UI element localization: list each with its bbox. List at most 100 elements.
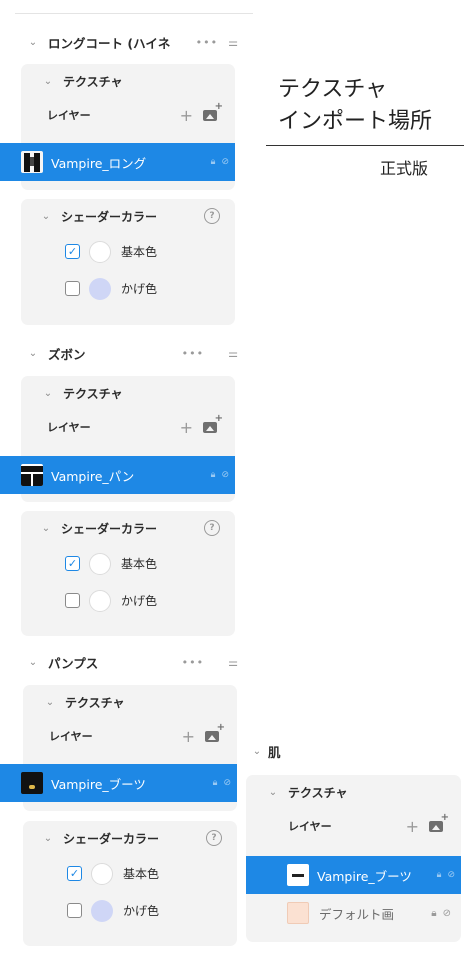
tune-icon[interactable]: ⚌ (228, 347, 238, 360)
chevron-down-icon[interactable]: ⌄ (43, 697, 57, 708)
chevron-down-icon[interactable]: ⌄ (26, 37, 40, 48)
section-header-skin[interactable]: ⌄ 肌 (250, 738, 450, 764)
more-dots-icon[interactable]: ••• (182, 656, 204, 669)
chevron-down-icon[interactable]: ⌄ (39, 211, 53, 222)
texture-card-title: テクスチャ (63, 386, 123, 401)
section-header-pumps[interactable]: ⌄ パンプス ••• ⚌ (26, 649, 238, 675)
more-dots-icon[interactable]: ••• (196, 36, 218, 49)
shader-color-card: ⌄ シェーダーカラー ? ✓ 基本色 かげ色 (23, 821, 237, 946)
section-header-pants[interactable]: ⌄ ズボン ••• ⚌ (26, 340, 238, 366)
note-subtitle: 正式版 (380, 159, 429, 178)
shadow-color-label: かげ色 (121, 594, 158, 608)
chevron-down-icon[interactable]: ⌄ (41, 76, 55, 87)
shadow-color-label: かげ色 (123, 904, 160, 918)
shadow-color-swatch[interactable] (91, 899, 113, 922)
default-texture-name: デフォルト画 (319, 906, 395, 922)
shader-card-title: シェーダーカラー (61, 521, 158, 536)
shader-card-header[interactable]: ⌄ シェーダーカラー ? (23, 821, 237, 855)
chevron-down-icon[interactable]: ⌄ (41, 388, 55, 399)
chevron-down-icon[interactable]: ⌄ (26, 657, 40, 668)
texture-layer-item[interactable]: Vampire_ブーツ 🔒︎ ⊘ (246, 856, 461, 894)
eye-off-icon[interactable]: ⊘ (221, 470, 229, 480)
texture-card-header[interactable]: ⌄ テクスチャ (23, 685, 237, 719)
texture-name: Vampire_ブーツ (317, 868, 412, 884)
texture-thumbnail (21, 464, 43, 486)
add-image-icon[interactable] (429, 812, 449, 832)
default-texture-thumbnail (287, 902, 309, 924)
plus-icon[interactable]: + (182, 727, 195, 746)
texture-name: Vampire_ロング (51, 155, 147, 171)
add-image-icon[interactable] (203, 101, 223, 121)
lock-icon[interactable]: 🔒︎ (211, 470, 216, 480)
texture-layer-item[interactable]: Vampire_ロング 🔒︎ ⊘ (0, 143, 235, 181)
base-color-row: ✓ 基本色 (23, 855, 237, 892)
tune-icon[interactable]: ⚌ (228, 36, 238, 49)
check-icon: ✓ (67, 245, 78, 258)
eye-off-icon[interactable]: ⊘ (221, 157, 229, 167)
more-dots-icon[interactable]: ••• (182, 347, 204, 360)
section-title: ロングコート (ハイネ (48, 35, 171, 51)
default-texture-item[interactable]: デフォルト画 🔒︎ ⊘ (246, 895, 461, 931)
texture-thumbnail (21, 772, 43, 794)
base-color-label: 基本色 (121, 245, 158, 259)
shadow-color-checkbox[interactable] (67, 903, 82, 918)
texture-card-header[interactable]: ⌄ テクスチャ (246, 775, 461, 809)
lock-icon[interactable]: 🔒︎ (213, 778, 218, 788)
base-color-checkbox[interactable]: ✓ (67, 866, 82, 881)
lock-icon[interactable]: 🔒︎ (211, 157, 216, 167)
base-color-swatch[interactable] (89, 240, 111, 263)
plus-icon[interactable]: + (406, 817, 419, 836)
eye-off-icon[interactable]: ⊘ (223, 778, 231, 788)
texture-layer-item[interactable]: Vampire_ブーツ 🔒︎ ⊘ (0, 764, 237, 802)
chevron-down-icon[interactable]: ⌄ (39, 523, 53, 534)
base-color-label: 基本色 (123, 867, 160, 881)
lock-icon[interactable]: 🔒︎ (437, 870, 442, 880)
base-color-checkbox[interactable]: ✓ (65, 556, 80, 571)
texture-card-header[interactable]: ⌄ テクスチャ (21, 376, 235, 410)
help-icon[interactable]: ? (204, 208, 220, 224)
tune-icon[interactable]: ⚌ (228, 656, 238, 669)
shadow-color-label: かげ色 (121, 282, 158, 296)
eye-off-icon[interactable]: ⊘ (447, 870, 455, 880)
add-image-icon[interactable] (203, 413, 223, 433)
plus-icon[interactable]: + (180, 106, 193, 125)
section-title: パンプス (48, 655, 99, 671)
lock-icon[interactable]: 🔒︎ (431, 908, 436, 919)
shadow-color-swatch[interactable] (89, 277, 111, 300)
add-image-icon[interactable] (205, 722, 225, 742)
layer-label: レイヤー (288, 820, 332, 833)
texture-card-header[interactable]: ⌄ テクスチャ (21, 64, 235, 98)
texture-name: Vampire_ブーツ (51, 776, 146, 792)
chevron-down-icon[interactable]: ⌄ (26, 348, 40, 359)
shadow-color-row: かげ色 (21, 270, 235, 307)
shader-card-title: シェーダーカラー (61, 209, 158, 224)
chevron-down-icon[interactable]: ⌄ (250, 746, 264, 757)
plus-icon[interactable]: + (180, 418, 193, 437)
shadow-color-row: かげ色 (23, 892, 237, 929)
base-color-checkbox[interactable]: ✓ (65, 244, 80, 259)
shadow-color-checkbox[interactable] (65, 281, 80, 296)
layer-label: レイヤー (47, 109, 91, 122)
eye-off-icon[interactable]: ⊘ (443, 908, 451, 919)
base-color-label: 基本色 (121, 557, 158, 571)
texture-card-title: テクスチャ (288, 785, 348, 800)
base-color-row: ✓ 基本色 (21, 233, 235, 270)
section-title: ズボン (48, 346, 86, 362)
shader-card-header[interactable]: ⌄ シェーダーカラー ? (21, 199, 235, 233)
help-icon[interactable]: ? (206, 830, 222, 846)
shadow-color-swatch[interactable] (89, 589, 111, 612)
section-header-longcoat[interactable]: ⌄ ロングコート (ハイネ ••• ⚌ (26, 29, 238, 55)
shadow-color-checkbox[interactable] (65, 593, 80, 608)
layer-row: レイヤー + (246, 809, 461, 843)
shader-card-header[interactable]: ⌄ シェーダーカラー ? (21, 511, 235, 545)
texture-name: Vampire_パン (51, 468, 135, 484)
note-title-line2: インポート場所 (278, 109, 433, 134)
texture-layer-item[interactable]: Vampire_パン 🔒︎ ⊘ (0, 456, 235, 494)
base-color-swatch[interactable] (91, 862, 113, 885)
help-icon[interactable]: ? (204, 520, 220, 536)
check-icon: ✓ (67, 557, 78, 570)
check-icon: ✓ (69, 867, 80, 880)
base-color-swatch[interactable] (89, 552, 111, 575)
chevron-down-icon[interactable]: ⌄ (41, 833, 55, 844)
chevron-down-icon[interactable]: ⌄ (266, 787, 280, 798)
